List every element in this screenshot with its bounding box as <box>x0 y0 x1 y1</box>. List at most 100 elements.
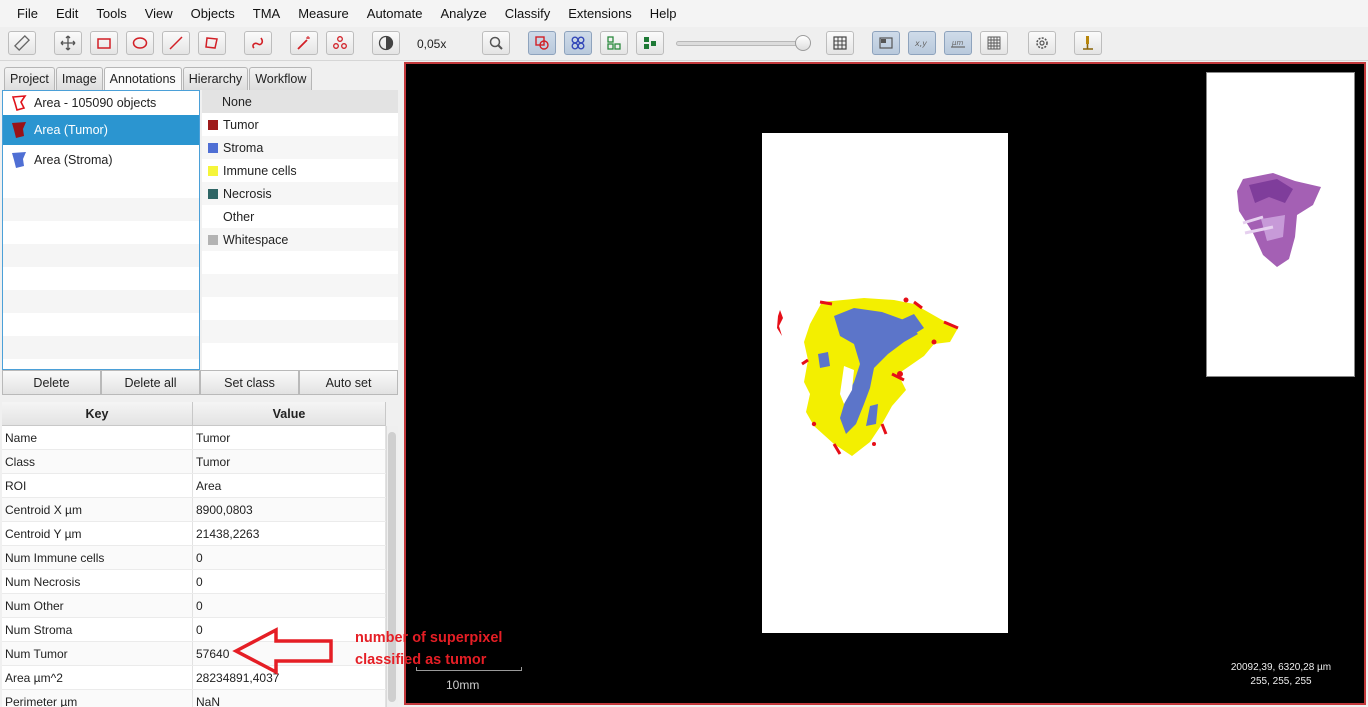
show-detections-button[interactable] <box>600 31 628 55</box>
menu-extensions[interactable]: Extensions <box>559 0 641 27</box>
class-item-immune-cells[interactable]: Immune cells <box>202 159 398 182</box>
class-item-whitespace[interactable]: Whitespace <box>202 228 398 251</box>
class-item-stroma[interactable]: Stroma <box>202 136 398 159</box>
tab-hierarchy[interactable]: Hierarchy <box>182 67 249 90</box>
key-cell: Num Stroma <box>2 618 193 641</box>
table-header: Key Value <box>2 402 386 426</box>
color-swatch <box>208 119 218 130</box>
class-item-tumor[interactable]: Tumor <box>202 113 398 136</box>
callout-arrow-icon <box>232 627 333 675</box>
class-label: Immune cells <box>223 163 297 178</box>
table-row[interactable]: Perimeter µm NaN <box>2 690 386 707</box>
table-row[interactable]: Num Immune cells 0 <box>2 546 386 570</box>
key-cell: Perimeter µm <box>2 690 193 707</box>
menu-view[interactable]: View <box>136 0 182 27</box>
brush-tool-button[interactable] <box>244 31 272 55</box>
table-row[interactable]: Centroid Y µm 21438,2263 <box>2 522 386 546</box>
ellipse-icon <box>132 37 148 49</box>
delete-button[interactable]: Delete <box>2 370 101 395</box>
auto-set-button[interactable]: Auto set <box>299 370 398 395</box>
show-tma-grid-button[interactable] <box>564 31 592 55</box>
analysis-panel: Project Image Annotations Hierarchy Work… <box>0 62 402 707</box>
tumor-shape-icon <box>12 122 26 138</box>
brightness-contrast-button[interactable] <box>372 31 400 55</box>
opacity-slider-thumb[interactable] <box>795 35 811 51</box>
menu-edit[interactable]: Edit <box>47 0 87 27</box>
points-tool-button[interactable] <box>326 31 354 55</box>
image-viewer[interactable]: 10mm 20092,39, 6320,28 µm 255, 255, 255 <box>404 62 1366 705</box>
preferences-button[interactable] <box>1028 31 1056 55</box>
table-row[interactable]: ROI Area <box>2 474 386 498</box>
key-cell: Centroid X µm <box>2 498 193 521</box>
class-item-other[interactable]: Other <box>202 205 398 228</box>
menu-objects[interactable]: Objects <box>182 0 244 27</box>
show-overview-button[interactable] <box>872 31 900 55</box>
class-list[interactable]: None Tumor Stroma Immune cells Necrosis … <box>202 90 398 370</box>
delete-all-button[interactable]: Delete all <box>101 370 200 395</box>
show-pixel-grid-button[interactable] <box>980 31 1008 55</box>
menu-analyze[interactable]: Analyze <box>431 0 495 27</box>
class-item-necrosis[interactable]: Necrosis <box>202 182 398 205</box>
key-cell: Class <box>2 450 193 473</box>
ellipse-tool-button[interactable] <box>126 31 154 55</box>
menu-measure[interactable]: Measure <box>289 0 358 27</box>
contrast-icon <box>378 35 394 51</box>
zoom-to-fit-button[interactable] <box>482 31 510 55</box>
overview-thumbnail[interactable] <box>1206 72 1355 377</box>
show-scalebar-button[interactable]: µm <box>944 31 972 55</box>
opacity-slider-track[interactable] <box>676 41 806 46</box>
menu-help[interactable]: Help <box>641 0 686 27</box>
annotation-item[interactable]: Area (Stroma) <box>3 145 199 175</box>
value-cell: 21438,2263 <box>193 522 386 545</box>
key-column-header[interactable]: Key <box>2 402 193 425</box>
annotation-label: Area - 105090 objects <box>34 96 157 110</box>
annotations-icon <box>535 36 549 50</box>
table-icon <box>833 36 847 50</box>
table-row[interactable]: Num Necrosis 0 <box>2 570 386 594</box>
class-item-none[interactable]: None <box>202 90 398 113</box>
wand-icon <box>297 36 310 50</box>
microscope-button[interactable] <box>1074 31 1102 55</box>
annotation-item[interactable]: Area - 105090 objects <box>3 91 199 115</box>
key-cell: Num Tumor <box>2 642 193 665</box>
class-label: Tumor <box>223 117 259 132</box>
show-location-button[interactable]: x,y <box>908 31 936 55</box>
menu-automate[interactable]: Automate <box>358 0 432 27</box>
tab-workflow[interactable]: Workflow <box>249 67 313 90</box>
table-row[interactable]: Class Tumor <box>2 450 386 474</box>
annotation-label: Area (Tumor) <box>34 123 108 137</box>
table-row[interactable]: Centroid X µm 8900,0803 <box>2 498 386 522</box>
tab-project[interactable]: Project <box>4 67 55 90</box>
line-tool-button[interactable] <box>162 31 190 55</box>
fill-detections-icon <box>644 37 656 49</box>
menu-tools[interactable]: Tools <box>87 0 135 27</box>
callout-note-line2: classified as tumor <box>355 652 487 668</box>
value-column-header[interactable]: Value <box>193 402 386 425</box>
menu-file[interactable]: File <box>8 0 47 27</box>
show-grid-button[interactable] <box>826 31 854 55</box>
rectangle-tool-button[interactable] <box>90 31 118 55</box>
key-cell: Num Immune cells <box>2 546 193 569</box>
key-cell: ROI <box>2 474 193 497</box>
value-cell: 8900,0803 <box>193 498 386 521</box>
annotation-label: Area (Stroma) <box>34 153 113 167</box>
annotation-shape-icon <box>11 95 27 111</box>
wand-tool-button[interactable] <box>290 31 318 55</box>
menu-tma[interactable]: TMA <box>244 0 289 27</box>
value-cell: NaN <box>193 690 386 707</box>
measure-tool-button[interactable] <box>8 31 36 55</box>
polygon-tool-button[interactable] <box>198 31 226 55</box>
annotation-list[interactable]: Area - 105090 objects Area (Tumor) Area … <box>2 90 200 370</box>
scale-bar-label: 10mm <box>446 678 480 692</box>
fill-detections-button[interactable] <box>636 31 664 55</box>
annotation-item-selected[interactable]: Area (Tumor) <box>3 115 199 145</box>
menu-classify[interactable]: Classify <box>496 0 560 27</box>
table-row[interactable]: Name Tumor <box>2 426 386 450</box>
tab-annotations[interactable]: Annotations <box>103 67 182 90</box>
cursor-position: 20092,39, 6320,28 µm <box>1230 662 1332 673</box>
table-row[interactable]: Num Other 0 <box>2 594 386 618</box>
set-class-button[interactable]: Set class <box>200 370 299 395</box>
tab-image[interactable]: Image <box>55 67 103 90</box>
show-annotations-button[interactable] <box>528 31 556 55</box>
move-tool-button[interactable] <box>54 31 82 55</box>
